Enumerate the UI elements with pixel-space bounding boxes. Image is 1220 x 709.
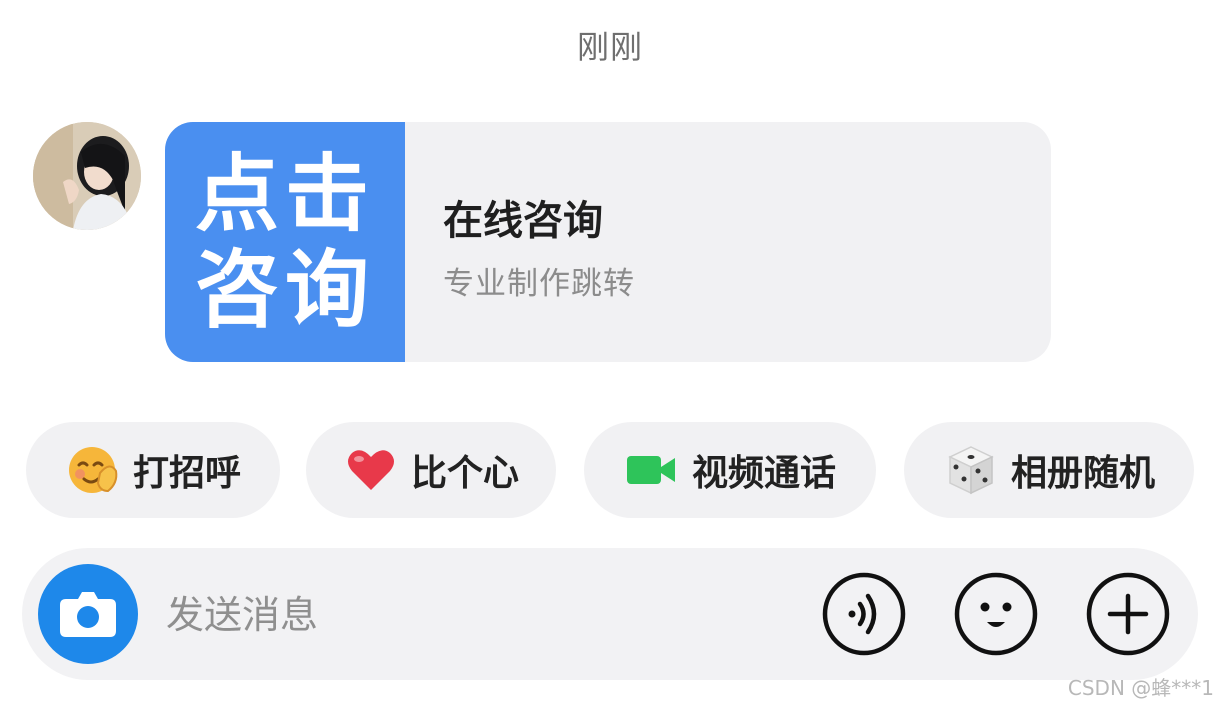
quick-action-label: 打招呼	[132, 453, 241, 494]
quick-action-random-album[interactable]: 相册随机	[904, 422, 1194, 518]
quick-action-label: 比个心	[410, 453, 519, 494]
quick-action-heart[interactable]: 比个心	[306, 422, 556, 518]
plus-icon	[1086, 572, 1170, 656]
consult-link-card[interactable]: 点击 咨询 在线咨询 专业制作跳转	[165, 122, 1051, 362]
more-button[interactable]	[1086, 572, 1170, 656]
quick-action-greet[interactable]: 打招呼	[26, 422, 280, 518]
emoji-button[interactable]	[954, 572, 1038, 656]
quick-actions-bar: 打招呼 比个心 视频通话 相册随机	[0, 422, 1220, 518]
camera-button[interactable]	[38, 564, 138, 664]
dice-icon	[943, 442, 999, 498]
message-input-bar	[22, 548, 1198, 680]
smiley-face-icon	[954, 572, 1038, 656]
card-thumbnail: 点击 咨询	[165, 122, 405, 362]
card-title: 在线咨询	[443, 198, 603, 244]
message-timestamp: 刚刚	[576, 28, 643, 66]
card-subtitle: 专业制作跳转	[443, 266, 635, 302]
voice-button[interactable]	[822, 572, 906, 656]
quick-action-label: 视频通话	[691, 453, 836, 494]
voice-wave-icon	[822, 572, 906, 656]
message-input[interactable]	[164, 584, 768, 646]
quick-action-video-call[interactable]: 视频通话	[584, 422, 876, 518]
thumbnail-text-line2: 咨询	[194, 240, 375, 339]
thumbnail-text-line1: 点击	[194, 144, 375, 243]
chat-screen: 刚刚 点击 咨询 在线咨询 专业制作跳转 打招呼 比个心 视频通话 相册随机 发…	[0, 0, 1220, 709]
avatar-photo	[33, 122, 141, 230]
quick-action-label: 相册随机	[1010, 453, 1155, 494]
watermark-text: CSDN @蜂***1	[1067, 676, 1214, 700]
camera-icon	[60, 592, 116, 637]
avatar[interactable]	[33, 122, 141, 230]
waving-face-icon	[65, 442, 121, 498]
heart-icon	[343, 442, 399, 498]
video-camera-icon	[624, 442, 680, 498]
